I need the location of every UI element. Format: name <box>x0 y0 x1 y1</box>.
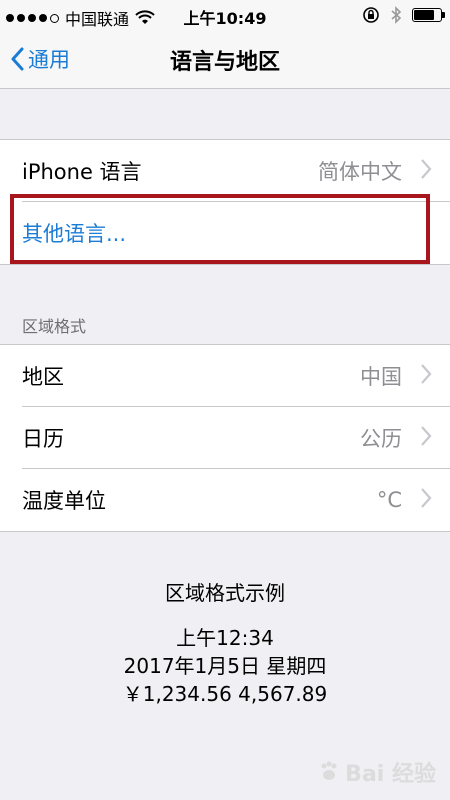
calendar-value: 公历 <box>360 427 402 451</box>
chevron-right-icon <box>421 488 432 508</box>
region-label: 地区 <box>22 365 64 389</box>
region-row[interactable]: 地区 中国 <box>0 345 450 407</box>
bluetooth-icon <box>391 6 402 24</box>
region-section-header: 区域格式 <box>22 317 87 336</box>
status-right <box>362 6 445 24</box>
region-group: 地区 中国 日历 公历 温度单位 °C <box>0 344 450 532</box>
region-format-example: 区域格式示例 上午12:34 2017年1月5日 星期四 ￥1,234.56 4… <box>0 577 450 708</box>
temperature-unit-value: °C <box>376 488 402 512</box>
navigation-bar: 通用 语言与地区 <box>0 32 450 89</box>
iphone-language-row[interactable]: iPhone 语言 简体中文 <box>0 140 450 202</box>
battery-icon <box>412 8 445 22</box>
chevron-right-icon <box>421 364 432 384</box>
iphone-language-label: iPhone 语言 <box>22 160 142 184</box>
calendar-row[interactable]: 日历 公历 <box>0 407 450 469</box>
calendar-label: 日历 <box>22 427 64 451</box>
chevron-right-icon <box>421 426 432 446</box>
highlight-annotation-box <box>10 194 430 264</box>
example-date: 2017年1月5日 星期四 <box>123 654 327 678</box>
orientation-lock-icon <box>363 7 379 23</box>
battery-fill <box>414 10 435 20</box>
baidu-watermark: Bai 经验 <box>317 756 436 788</box>
paw-icon <box>321 761 337 780</box>
page-title: 语言与地区 <box>169 50 280 75</box>
chevron-right-icon <box>421 159 432 179</box>
watermark-text: Bai 经验 <box>345 762 436 787</box>
example-time: 上午12:34 <box>176 626 274 650</box>
example-title: 区域格式示例 <box>165 581 285 605</box>
example-numbers: ￥1,234.56 4,567.89 <box>122 682 328 706</box>
temperature-unit-label: 温度单位 <box>22 489 106 513</box>
temperature-unit-row[interactable]: 温度单位 °C <box>0 469 450 531</box>
status-bar: 中国联通 上午10:49 <box>0 0 450 32</box>
iphone-language-value: 简体中文 <box>318 160 402 184</box>
region-value: 中国 <box>360 365 402 389</box>
